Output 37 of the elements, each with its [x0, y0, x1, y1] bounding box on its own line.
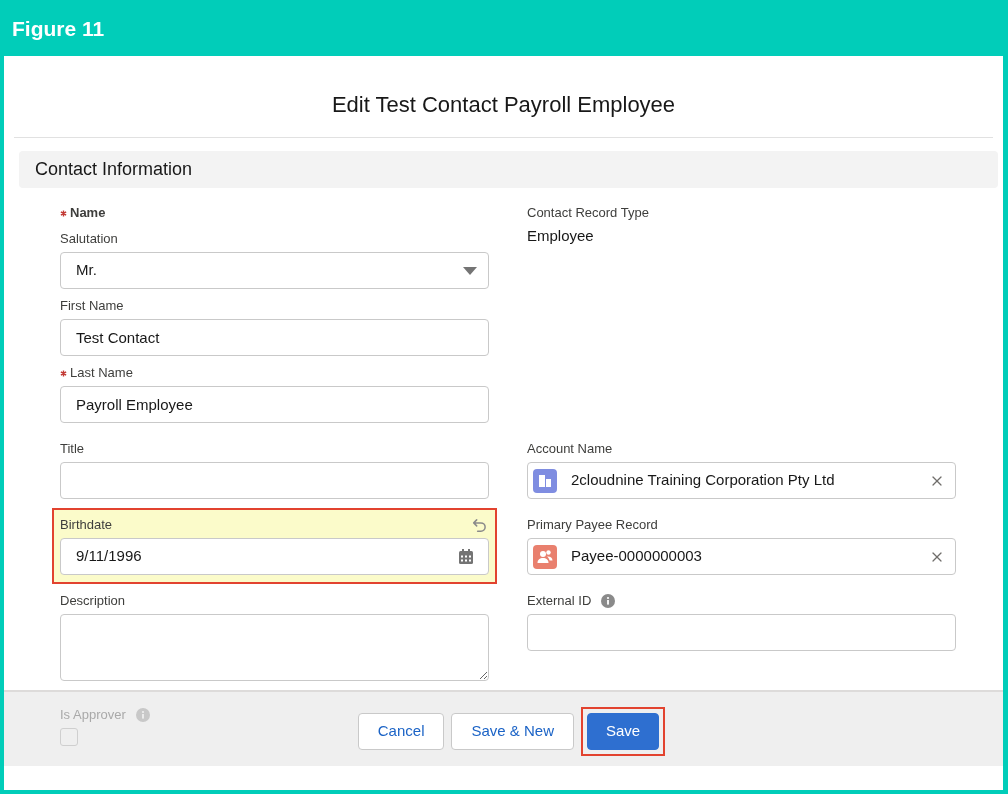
lookup-value: 2cloudnine Training Corporation Pty Ltd	[571, 470, 836, 491]
field-label: Last Name	[70, 364, 133, 382]
field-label: Primary Payee Record	[527, 516, 658, 534]
group-label: Name	[70, 204, 106, 222]
text-field[interactable]: Payroll Employee	[60, 386, 489, 423]
field-value: Employee	[527, 226, 595, 246]
footer-button[interactable]: Save & New	[451, 713, 574, 750]
caret-down-icon	[463, 266, 477, 275]
lookup-field[interactable]: Payee-0000000003	[527, 538, 956, 575]
picklist-value: Mr.	[76, 260, 97, 281]
picklist-field[interactable]: Mr.	[60, 252, 489, 289]
info-icon[interactable]	[601, 594, 616, 608]
field-label: First Name	[60, 297, 124, 315]
field-label: Contact Record Type	[527, 204, 649, 222]
date-value: 9/11/1996	[76, 546, 142, 567]
checkbox[interactable]	[60, 728, 78, 746]
field-label: Title	[60, 440, 85, 458]
figure-label: Figure 11	[12, 17, 105, 39]
text-field[interactable]	[60, 462, 489, 499]
date-field[interactable]: 9/11/1996	[60, 538, 489, 575]
field-label: Salutation	[60, 230, 118, 248]
calendar-icon[interactable]	[459, 549, 473, 564]
field-label: Birthdate	[60, 516, 113, 534]
field-label: Description	[60, 592, 126, 610]
section-header: Contact Information	[19, 151, 998, 188]
lookup-value: Payee-0000000003	[571, 546, 703, 567]
field-label: External ID	[527, 592, 592, 610]
modal-title: Edit Test Contact Payroll Employee	[331, 91, 676, 119]
field-label: Is Approver	[60, 706, 126, 724]
undo-icon[interactable]	[472, 517, 487, 533]
field-label: Account Name	[527, 440, 613, 458]
footer-button[interactable]: Cancel	[357, 713, 445, 750]
text-field[interactable]: Test Contact	[60, 319, 489, 356]
text-field[interactable]	[527, 614, 956, 651]
footer-button[interactable]: Save	[587, 713, 660, 750]
textarea-field[interactable]	[60, 614, 489, 681]
lookup-field[interactable]: 2cloudnine Training Corporation Pty Ltd	[527, 462, 956, 499]
